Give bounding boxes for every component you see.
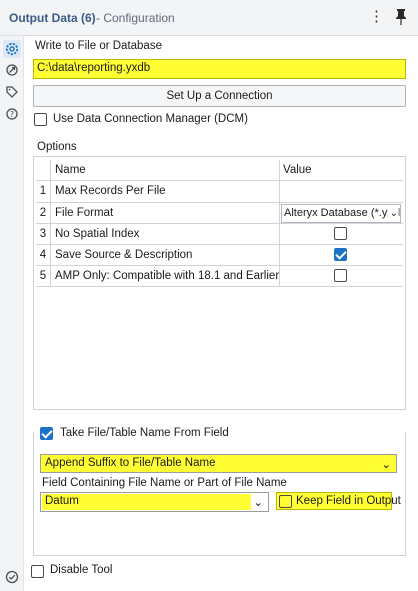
table-row[interactable]: 3 No Spatial Index [36, 224, 403, 245]
file-format-cell: Alteryx Database (*.yxdb) ⌄ [280, 203, 403, 224]
row-number: 2 [36, 203, 51, 224]
pin-icon[interactable] [393, 8, 409, 26]
panel-title: Output Data (6) [9, 11, 96, 25]
check-circle-icon[interactable] [3, 568, 21, 586]
dcm-checkbox[interactable] [34, 113, 47, 126]
file-path-value: C:\data\reporting.yxdb [37, 62, 151, 74]
column-header-value: Value [283, 164, 312, 176]
field-value: Datum [45, 495, 79, 507]
field-select[interactable]: Datum ⌄ [40, 492, 269, 512]
grid-header-row: Name Value [36, 160, 403, 181]
gear-icon[interactable] [3, 40, 21, 58]
panel-subtitle: - Configuration [96, 11, 175, 25]
take-name-label: Take File/Table Name From Field [60, 427, 229, 439]
field-label: Field Containing File Name or Part of Fi… [42, 477, 287, 489]
no-spatial-index-checkbox[interactable] [334, 227, 347, 240]
table-row[interactable]: 4 Save Source & Description [36, 245, 403, 266]
row-number: 1 [36, 181, 51, 202]
save-source-checkbox[interactable] [334, 248, 347, 261]
panel-header: Output Data (6) - Configuration ⋮ [0, 0, 418, 36]
option-value-cell [280, 245, 403, 266]
file-format-select[interactable]: Alteryx Database (*.yxdb) ⌄ [281, 204, 401, 223]
max-records-value[interactable] [280, 181, 403, 202]
name-mode-select[interactable]: Append Suffix to File/Table Name ⌄ [40, 454, 397, 473]
left-rail: ? [0, 36, 24, 591]
kebab-menu-icon[interactable]: ⋮ [369, 7, 384, 27]
file-format-value: Alteryx Database (*.yxdb) [284, 207, 401, 219]
option-name: Max Records Per File [51, 181, 280, 202]
row-number: 5 [36, 266, 51, 287]
table-row[interactable]: 1 Max Records Per File [36, 181, 403, 203]
annotation-icon[interactable] [3, 61, 21, 79]
option-name: Save Source & Description [51, 245, 280, 266]
svg-text:?: ? [10, 110, 14, 119]
option-name: No Spatial Index [51, 224, 280, 245]
option-name: AMP Only: Compatible with 18.1 and Earli… [51, 266, 280, 287]
row-number: 3 [36, 224, 51, 245]
option-name: File Format [51, 203, 280, 224]
option-value-cell [280, 224, 403, 245]
name-mode-value: Append Suffix to File/Table Name [45, 457, 216, 469]
keep-field-checkbox[interactable] [279, 495, 292, 508]
setup-connection-button[interactable]: Set Up a Connection [33, 85, 406, 107]
disable-tool-label: Disable Tool [50, 564, 113, 576]
chevron-down-icon: ⌄ [253, 497, 263, 509]
chevron-down-icon: ⌄ [387, 205, 398, 222]
options-label: Options [37, 141, 77, 153]
write-label: Write to File or Database [35, 40, 162, 52]
column-header-name: Name [51, 160, 280, 181]
grid-corner [36, 160, 51, 181]
disable-tool-checkbox[interactable] [31, 565, 44, 578]
keep-field-label: Keep Field in Output [296, 495, 401, 507]
row-number: 4 [36, 245, 51, 266]
help-icon[interactable]: ? [3, 105, 21, 123]
file-path-input[interactable]: C:\data\reporting.yxdb [33, 59, 406, 79]
tag-icon[interactable] [3, 83, 21, 101]
take-name-checkbox[interactable] [40, 427, 53, 440]
amp-compat-checkbox[interactable] [334, 269, 347, 282]
dcm-label: Use Data Connection Manager (DCM) [53, 113, 248, 125]
chevron-down-icon: ⌄ [381, 459, 391, 471]
table-row[interactable]: 5 AMP Only: Compatible with 18.1 and Ear… [36, 266, 403, 287]
table-row[interactable]: 2 File Format Alteryx Database (*.yxdb) … [36, 203, 403, 224]
option-value-cell [280, 266, 403, 287]
